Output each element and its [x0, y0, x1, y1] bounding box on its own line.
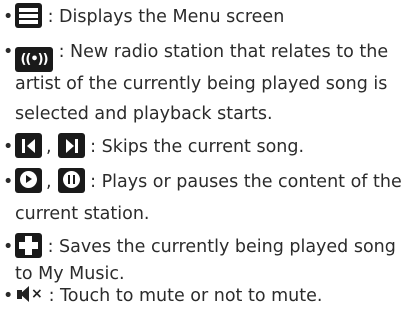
plus-icon: [15, 233, 42, 258]
radio-description-line-3: selected and playback starts.: [15, 104, 273, 124]
play-icon: [15, 168, 42, 193]
radio-description-line-1: : New radio station that relates to the: [58, 42, 389, 62]
bullet: •: [3, 42, 14, 62]
menu-icon: [15, 3, 42, 28]
skip-back-icon: [15, 133, 42, 158]
skip-description: : Skips the current song.: [90, 137, 305, 157]
save-item: • : Saves the currently being played son…: [3, 233, 405, 262]
bullet: •: [3, 137, 14, 157]
radio-item: • ((•)) : New radio station that relates …: [3, 38, 405, 72]
manual-page: { "bullet": "•", "items": [ { "icon": "m…: [0, 0, 408, 307]
mute-description: : Touch to mute or not to mute.: [48, 286, 323, 306]
radio-description-line-2: artist of the currently being played son…: [15, 74, 388, 94]
radio-station-icon: ((•)): [15, 47, 53, 72]
bullet: •: [3, 172, 14, 192]
menu-description: : Displays the Menu screen: [47, 7, 285, 27]
skip-item: •, : Skips the current song.: [3, 133, 405, 162]
save-description-line-1: : Saves the currently being played song: [47, 237, 396, 257]
pause-icon: [57, 168, 85, 193]
skip-forward-icon: [57, 133, 85, 158]
play-pause-description-line-1: : Plays or pauses the content of the: [90, 172, 402, 192]
icon-separator: ,: [46, 172, 52, 192]
play-pause-item: •, : Plays or pauses the content of the: [3, 168, 405, 197]
icon-separator: ,: [46, 137, 52, 157]
menu-item: • : Displays the Menu screen: [3, 3, 405, 32]
mute-icon: ×: [15, 282, 43, 307]
bullet: •: [3, 7, 14, 27]
play-pause-description-line-2: current station.: [15, 204, 150, 224]
bullet: •: [3, 237, 14, 257]
